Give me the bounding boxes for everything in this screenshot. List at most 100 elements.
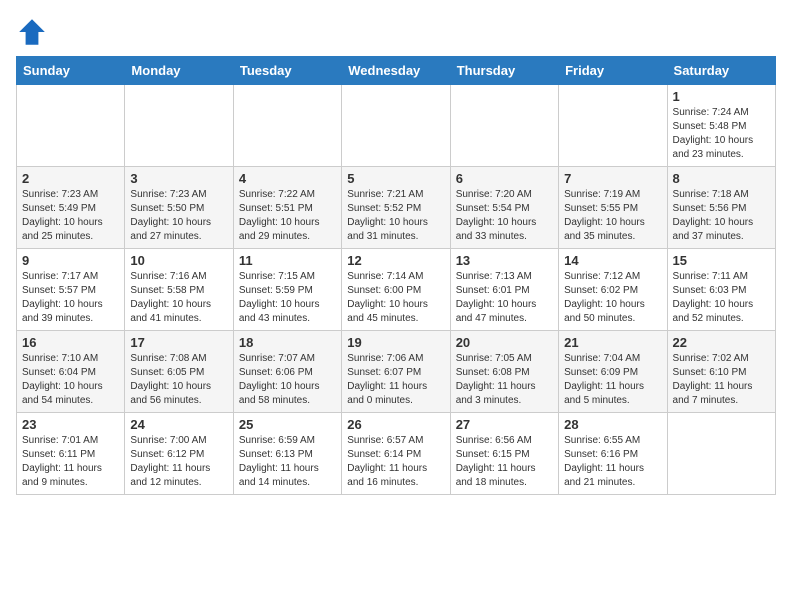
day-cell: 15 Sunrise: 7:11 AM Sunset: 6:03 PM Dayli… xyxy=(667,249,775,331)
day-cell: 19 Sunrise: 7:06 AM Sunset: 6:07 PM Dayli… xyxy=(342,331,450,413)
day-info: Sunrise: 6:57 AM Sunset: 6:14 PM Dayligh… xyxy=(347,434,444,490)
day-cell: 26 Sunrise: 6:57 AM Sunset: 6:14 PM Dayli… xyxy=(342,413,450,495)
day-number: 14 xyxy=(564,253,661,268)
day-number: 17 xyxy=(130,335,227,350)
day-cell: 23 Sunrise: 7:01 AM Sunset: 6:11 PM Dayli… xyxy=(17,413,125,495)
day-number: 28 xyxy=(564,417,661,432)
day-number: 15 xyxy=(673,253,770,268)
day-info: Sunrise: 6:56 AM Sunset: 6:15 PM Dayligh… xyxy=(456,434,553,490)
day-number: 5 xyxy=(347,171,444,186)
week-row-2: 9 Sunrise: 7:17 AM Sunset: 5:57 PM Daylig… xyxy=(17,249,776,331)
day-number: 7 xyxy=(564,171,661,186)
day-cell xyxy=(450,85,558,167)
day-number: 10 xyxy=(130,253,227,268)
day-info: Sunrise: 7:17 AM Sunset: 5:57 PM Dayligh… xyxy=(22,270,119,326)
week-row-1: 2 Sunrise: 7:23 AM Sunset: 5:49 PM Daylig… xyxy=(17,167,776,249)
day-info: Sunrise: 6:59 AM Sunset: 6:13 PM Dayligh… xyxy=(239,434,336,490)
day-info: Sunrise: 7:24 AM Sunset: 5:48 PM Dayligh… xyxy=(673,106,770,162)
day-cell: 6 Sunrise: 7:20 AM Sunset: 5:54 PM Daylig… xyxy=(450,167,558,249)
day-info: Sunrise: 7:15 AM Sunset: 5:59 PM Dayligh… xyxy=(239,270,336,326)
day-number: 2 xyxy=(22,171,119,186)
col-header-thursday: Thursday xyxy=(450,57,558,85)
day-info: Sunrise: 7:06 AM Sunset: 6:07 PM Dayligh… xyxy=(347,352,444,408)
day-number: 3 xyxy=(130,171,227,186)
day-cell: 13Sunrise: 7:13 AM Sunset: 6:01 PM Dayli… xyxy=(450,249,558,331)
day-cell xyxy=(342,85,450,167)
day-info: Sunrise: 7:19 AM Sunset: 5:55 PM Dayligh… xyxy=(564,188,661,244)
day-cell: 2 Sunrise: 7:23 AM Sunset: 5:49 PM Daylig… xyxy=(17,167,125,249)
day-number: 4 xyxy=(239,171,336,186)
day-cell: 3 Sunrise: 7:23 AM Sunset: 5:50 PM Daylig… xyxy=(125,167,233,249)
day-cell: 8 Sunrise: 7:18 AM Sunset: 5:56 PM Daylig… xyxy=(667,167,775,249)
day-cell: 9 Sunrise: 7:17 AM Sunset: 5:57 PM Daylig… xyxy=(17,249,125,331)
col-header-wednesday: Wednesday xyxy=(342,57,450,85)
day-cell: 20 Sunrise: 7:05 AM Sunset: 6:08 PM Dayli… xyxy=(450,331,558,413)
col-header-saturday: Saturday xyxy=(667,57,775,85)
day-info: Sunrise: 7:21 AM Sunset: 5:52 PM Dayligh… xyxy=(347,188,444,244)
day-info: Sunrise: 7:13 AM Sunset: 6:01 PM Dayligh… xyxy=(456,270,553,326)
day-number: 11 xyxy=(239,253,336,268)
day-info: Sunrise: 7:05 AM Sunset: 6:08 PM Dayligh… xyxy=(456,352,553,408)
day-info: Sunrise: 7:08 AM Sunset: 6:05 PM Dayligh… xyxy=(130,352,227,408)
day-info: Sunrise: 7:22 AM Sunset: 5:51 PM Dayligh… xyxy=(239,188,336,244)
day-cell: 11 Sunrise: 7:15 AM Sunset: 5:59 PM Dayli… xyxy=(233,249,341,331)
day-number: 25 xyxy=(239,417,336,432)
week-row-4: 23 Sunrise: 7:01 AM Sunset: 6:11 PM Dayli… xyxy=(17,413,776,495)
week-row-3: 16 Sunrise: 7:10 AM Sunset: 6:04 PM Dayli… xyxy=(17,331,776,413)
col-header-friday: Friday xyxy=(559,57,667,85)
col-header-sunday: Sunday xyxy=(17,57,125,85)
calendar: SundayMondayTuesdayWednesdayThursdayFrid… xyxy=(16,56,776,495)
day-info: Sunrise: 7:23 AM Sunset: 5:49 PM Dayligh… xyxy=(22,188,119,244)
day-number: 20 xyxy=(456,335,553,350)
day-info: Sunrise: 7:12 AM Sunset: 6:02 PM Dayligh… xyxy=(564,270,661,326)
day-cell: 21 Sunrise: 7:04 AM Sunset: 6:09 PM Dayli… xyxy=(559,331,667,413)
day-cell xyxy=(233,85,341,167)
day-cell: 27Sunrise: 6:56 AM Sunset: 6:15 PM Dayli… xyxy=(450,413,558,495)
day-info: Sunrise: 7:14 AM Sunset: 6:00 PM Dayligh… xyxy=(347,270,444,326)
day-info: Sunrise: 7:20 AM Sunset: 5:54 PM Dayligh… xyxy=(456,188,553,244)
day-cell: 1 Sunrise: 7:24 AM Sunset: 5:48 PM Daylig… xyxy=(667,85,775,167)
day-number: 26 xyxy=(347,417,444,432)
day-info: Sunrise: 7:16 AM Sunset: 5:58 PM Dayligh… xyxy=(130,270,227,326)
day-cell: 4 Sunrise: 7:22 AM Sunset: 5:51 PM Daylig… xyxy=(233,167,341,249)
day-number: 23 xyxy=(22,417,119,432)
day-number: 1 xyxy=(673,89,770,104)
day-number: 8 xyxy=(673,171,770,186)
day-number: 12 xyxy=(347,253,444,268)
day-number: 6 xyxy=(456,171,553,186)
day-info: Sunrise: 7:01 AM Sunset: 6:11 PM Dayligh… xyxy=(22,434,119,490)
day-number: 16 xyxy=(22,335,119,350)
col-header-tuesday: Tuesday xyxy=(233,57,341,85)
day-info: Sunrise: 6:55 AM Sunset: 6:16 PM Dayligh… xyxy=(564,434,661,490)
day-info: Sunrise: 7:23 AM Sunset: 5:50 PM Dayligh… xyxy=(130,188,227,244)
day-number: 9 xyxy=(22,253,119,268)
day-number: 24 xyxy=(130,417,227,432)
day-cell: 18 Sunrise: 7:07 AM Sunset: 6:06 PM Dayli… xyxy=(233,331,341,413)
day-cell xyxy=(559,85,667,167)
calendar-header-row: SundayMondayTuesdayWednesdayThursdayFrid… xyxy=(17,57,776,85)
day-cell: 28 Sunrise: 6:55 AM Sunset: 6:16 PM Dayli… xyxy=(559,413,667,495)
day-number: 22 xyxy=(673,335,770,350)
day-cell: 7 Sunrise: 7:19 AM Sunset: 5:55 PM Daylig… xyxy=(559,167,667,249)
day-info: Sunrise: 7:04 AM Sunset: 6:09 PM Dayligh… xyxy=(564,352,661,408)
day-info: Sunrise: 7:10 AM Sunset: 6:04 PM Dayligh… xyxy=(22,352,119,408)
day-cell: 10 Sunrise: 7:16 AM Sunset: 5:58 PM Dayli… xyxy=(125,249,233,331)
day-info: Sunrise: 7:11 AM Sunset: 6:03 PM Dayligh… xyxy=(673,270,770,326)
day-info: Sunrise: 7:18 AM Sunset: 5:56 PM Dayligh… xyxy=(673,188,770,244)
day-number: 21 xyxy=(564,335,661,350)
col-header-monday: Monday xyxy=(125,57,233,85)
day-info: Sunrise: 7:07 AM Sunset: 6:06 PM Dayligh… xyxy=(239,352,336,408)
day-cell: 16 Sunrise: 7:10 AM Sunset: 6:04 PM Dayli… xyxy=(17,331,125,413)
day-number: 18 xyxy=(239,335,336,350)
day-cell xyxy=(667,413,775,495)
day-cell xyxy=(125,85,233,167)
day-cell: 22Sunrise: 7:02 AM Sunset: 6:10 PM Dayli… xyxy=(667,331,775,413)
logo xyxy=(16,16,52,48)
week-row-0: 1 Sunrise: 7:24 AM Sunset: 5:48 PM Daylig… xyxy=(17,85,776,167)
day-info: Sunrise: 7:00 AM Sunset: 6:12 PM Dayligh… xyxy=(130,434,227,490)
day-cell xyxy=(17,85,125,167)
day-cell: 14 Sunrise: 7:12 AM Sunset: 6:02 PM Dayli… xyxy=(559,249,667,331)
logo-icon xyxy=(16,16,48,48)
day-cell: 17 Sunrise: 7:08 AM Sunset: 6:05 PM Dayli… xyxy=(125,331,233,413)
day-number: 19 xyxy=(347,335,444,350)
